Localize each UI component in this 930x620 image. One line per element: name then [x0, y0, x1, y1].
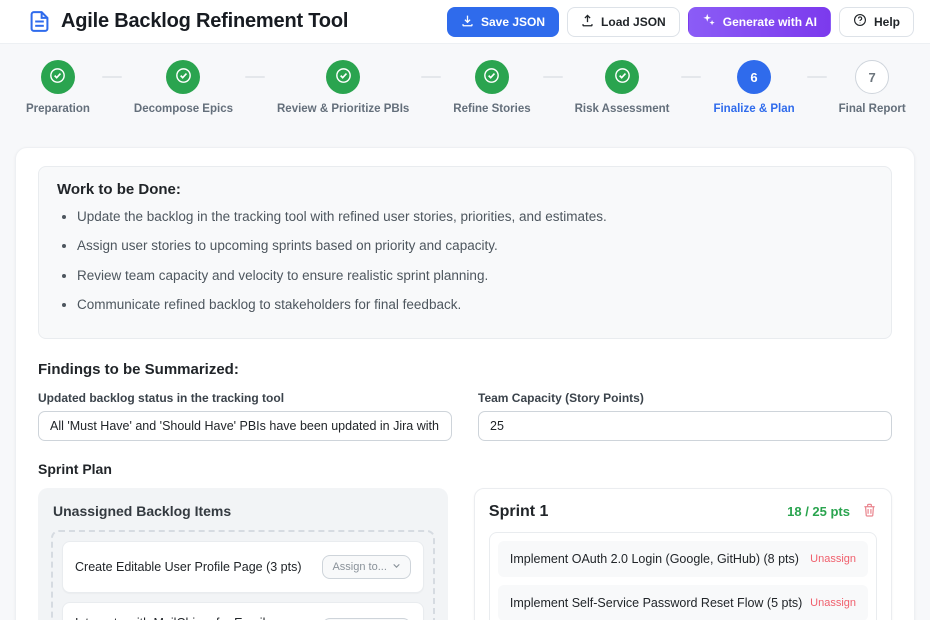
work-item: Assign user stories to upcoming sprints … [77, 236, 873, 256]
stepper-step-preparation[interactable]: Preparation [26, 60, 90, 115]
sprint-name: Sprint 1 [489, 503, 549, 521]
sprint-item-label: Implement Self-Service Password Reset Fl… [510, 596, 802, 610]
backlog-item-label: Create Editable User Profile Page (3 pts… [75, 560, 302, 574]
generate-with-ai-button[interactable]: Generate with AI [688, 7, 831, 37]
workflow-stepper: Preparation Decompose Epics Review & Pri… [0, 44, 930, 115]
unassigned-backlog-panel: Unassigned Backlog Items Create Editable… [38, 488, 448, 620]
sprint-1-card: Sprint 1 18 / 25 pts [474, 488, 892, 620]
backlog-item[interactable]: Create Editable User Profile Page (3 pts… [62, 541, 424, 593]
help-button[interactable]: Help [839, 7, 914, 37]
sprints-column: Sprint 1 18 / 25 pts [474, 488, 892, 620]
findings-fields: Updated backlog status in the tracking t… [38, 391, 892, 441]
stepper-step-finalize-plan[interactable]: 6 Finalize & Plan [713, 60, 794, 115]
stepper-connector [807, 76, 827, 78]
work-items-list: Update the backlog in the tracking tool … [57, 207, 873, 315]
step-number: 6 [737, 60, 771, 94]
work-title: Work to be Done: [57, 181, 873, 198]
check-circle-icon [48, 66, 67, 88]
sprint-plan-heading: Sprint Plan [38, 461, 892, 477]
question-circle-icon [853, 13, 867, 30]
upload-icon [581, 14, 594, 30]
field-label: Updated backlog status in the tracking t… [38, 391, 452, 405]
assign-to-select[interactable]: Assign to... [322, 555, 410, 579]
sprint-items-container: Implement OAuth 2.0 Login (Google, GitHu… [489, 532, 877, 620]
stepper-step-refine-stories[interactable]: Refine Stories [453, 60, 530, 115]
unassign-button[interactable]: Unassign [810, 597, 856, 609]
check-circle-icon [613, 66, 632, 88]
app-header: Agile Backlog Refinement Tool Save JSON … [0, 0, 930, 44]
backlog-item[interactable]: Integrate with MailChimp for Email Campa… [62, 602, 424, 620]
delete-sprint-button[interactable] [862, 502, 877, 521]
backlog-status-input[interactable] [38, 411, 452, 441]
sprint-item[interactable]: Implement OAuth 2.0 Login (Google, GitHu… [498, 541, 868, 577]
backlog-item-label: Integrate with MailChimp for Email Campa… [75, 616, 322, 620]
unassign-button[interactable]: Unassign [810, 553, 856, 565]
field-label: Team Capacity (Story Points) [478, 391, 892, 405]
load-json-button[interactable]: Load JSON [567, 7, 680, 37]
check-circle-icon [482, 66, 501, 88]
header-actions: Save JSON Load JSON Generate with AI [447, 7, 914, 37]
stepper-step-final-report[interactable]: 7 Final Report [839, 60, 906, 115]
save-json-button[interactable]: Save JSON [447, 7, 559, 37]
unassigned-dropzone[interactable]: Create Editable User Profile Page (3 pts… [51, 530, 435, 620]
team-capacity-input[interactable] [478, 411, 892, 441]
sprint-item[interactable]: Implement Self-Service Password Reset Fl… [498, 585, 868, 620]
findings-heading: Findings to be Summarized: [38, 361, 892, 378]
stepper-step-risk-assessment[interactable]: Risk Assessment [575, 60, 670, 115]
sprint-points-badge: 18 / 25 pts [787, 504, 850, 519]
work-item: Communicate refined backlog to stakehold… [77, 295, 873, 315]
work-item: Review team capacity and velocity to ens… [77, 266, 873, 286]
chevron-down-icon [392, 561, 401, 573]
stepper-connector [681, 76, 701, 78]
check-circle-icon [174, 66, 193, 88]
trash-icon [862, 502, 877, 521]
step-number: 7 [855, 60, 889, 94]
stepper-step-review-prioritize[interactable]: Review & Prioritize PBIs [277, 60, 409, 115]
stepper-step-decompose-epics[interactable]: Decompose Epics [134, 60, 233, 115]
stepper-connector [102, 76, 122, 78]
page-title: Agile Backlog Refinement Tool [61, 10, 348, 33]
unassigned-title: Unassigned Backlog Items [53, 503, 435, 519]
stepper-connector [245, 76, 265, 78]
check-circle-icon [334, 66, 353, 88]
stepper-connector [543, 76, 563, 78]
sparkles-icon [702, 13, 716, 30]
field-team-capacity: Team Capacity (Story Points) [478, 391, 892, 441]
field-backlog-status: Updated backlog status in the tracking t… [38, 391, 452, 441]
stepper-connector [421, 76, 441, 78]
work-to-be-done-box: Work to be Done: Update the backlog in t… [38, 166, 892, 339]
document-icon [28, 10, 51, 33]
download-icon [461, 14, 474, 30]
work-item: Update the backlog in the tracking tool … [77, 207, 873, 227]
sprint-item-label: Implement OAuth 2.0 Login (Google, GitHu… [510, 552, 799, 566]
main-content-card: Work to be Done: Update the backlog in t… [15, 147, 915, 620]
